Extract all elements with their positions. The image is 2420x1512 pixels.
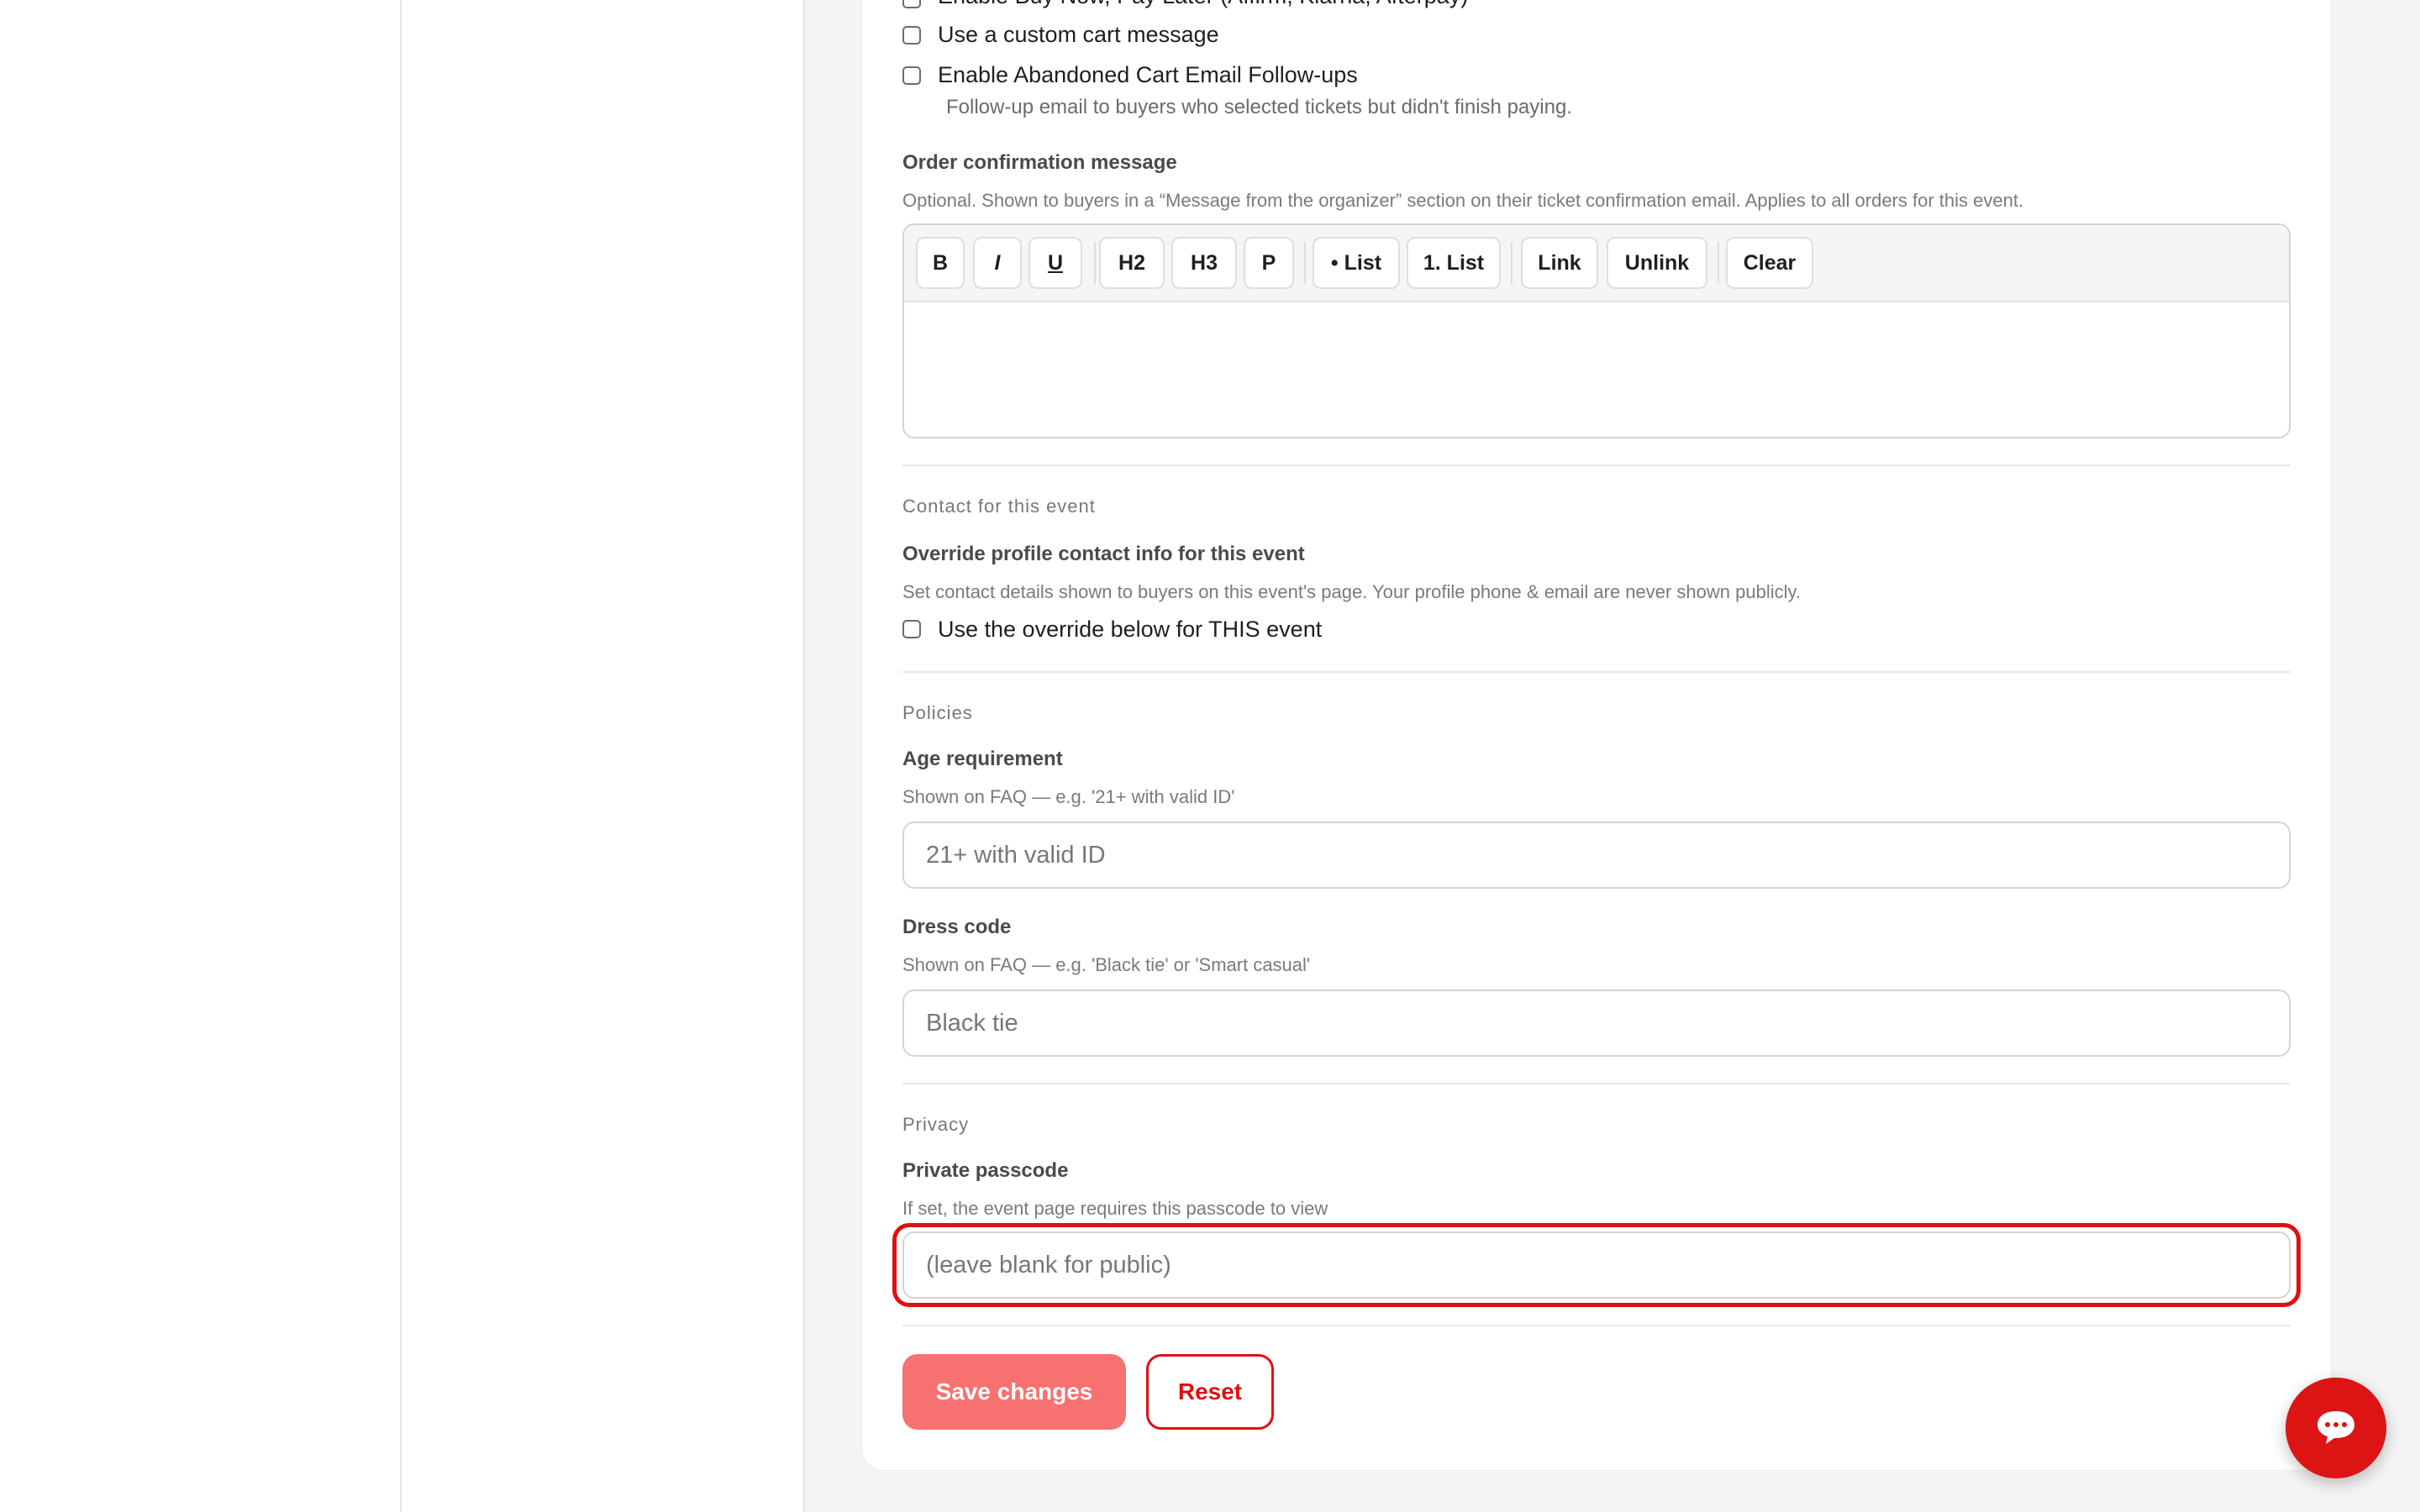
contact-override-checkbox-label: Use the override below for THIS event [938,617,1323,642]
abandoned-cart-label: Enable Abandoned Cart Email Follow-ups [938,62,1358,87]
dress-code-label: Dress code [902,916,1012,938]
custom-cart-label: Use a custom cart message [938,22,1219,47]
custom-cart-checkbox[interactable] [902,26,921,45]
contact-section-title: Contact for this event [902,496,1096,517]
abandoned-cart-checkbox[interactable] [902,66,921,85]
clear-format-button[interactable]: Clear [1726,237,1813,289]
bold-button[interactable]: B [916,237,965,289]
contact-override-checkbox[interactable] [902,620,921,638]
toolbar-divider [1304,242,1306,284]
order-confirmation-help: Optional. Shown to buyers in a “Message … [902,190,2024,211]
section-divider [902,671,2291,673]
chat-button[interactable] [2286,1378,2386,1478]
toolbar-divider [1718,242,1719,284]
dress-code-help: Shown on FAQ — e.g. 'Black tie' or 'Smar… [902,954,1311,975]
link-button[interactable]: Link [1521,237,1598,289]
underline-button[interactable]: U [1028,237,1082,289]
abandoned-cart-help: Follow-up email to buyers who selected t… [946,96,1572,118]
contact-override-label: Override profile contact info for this e… [902,543,1305,565]
private-passcode-help: If set, the event page requires this pas… [902,1198,1328,1219]
italic-button[interactable]: I [973,237,1022,289]
secondary-nav-panel [402,0,805,1512]
paragraph-button[interactable]: P [1244,237,1294,289]
editor-content-area[interactable] [904,302,2289,437]
reset-button[interactable]: Reset [1146,1354,1274,1430]
bnpl-label: Enable Buy Now, Pay Later (Affirm, Klarn… [938,0,1468,9]
chat-bubble-icon [2317,1411,2354,1444]
bnpl-checkbox[interactable] [902,0,921,8]
contact-override-help: Set contact details shown to buyers on t… [902,581,1801,602]
unlink-button[interactable]: Unlink [1607,237,1707,289]
heading3-button[interactable]: H3 [1171,237,1237,289]
passcode-highlight-outline [892,1223,2301,1307]
section-divider [902,1325,2291,1326]
toolbar-divider [1511,242,1512,284]
heading2-button[interactable]: H2 [1099,237,1165,289]
privacy-section-title: Privacy [902,1114,970,1135]
section-divider [902,465,2291,466]
numbered-list-button[interactable]: 1. List [1407,237,1501,289]
age-requirement-help: Shown on FAQ — e.g. '21+ with valid ID' [902,786,1235,807]
toolbar-divider [1094,242,1096,284]
age-requirement-label: Age requirement [902,748,1063,770]
save-changes-button[interactable]: Save changes [902,1354,1126,1430]
bullet-list-button[interactable]: • List [1313,237,1400,289]
editor-toolbar: B I U H2 H3 P • List 1. List Link Unlink… [904,225,2289,302]
sidebar [0,0,402,1512]
dress-code-input[interactable] [902,990,2291,1057]
order-confirmation-label: Order confirmation message [902,151,1177,174]
age-requirement-input[interactable] [902,822,2291,889]
policies-section-title: Policies [902,702,973,723]
section-divider [902,1083,2291,1084]
rich-text-editor: B I U H2 H3 P • List 1. List Link Unlink… [902,223,2291,438]
private-passcode-label: Private passcode [902,1159,1069,1182]
